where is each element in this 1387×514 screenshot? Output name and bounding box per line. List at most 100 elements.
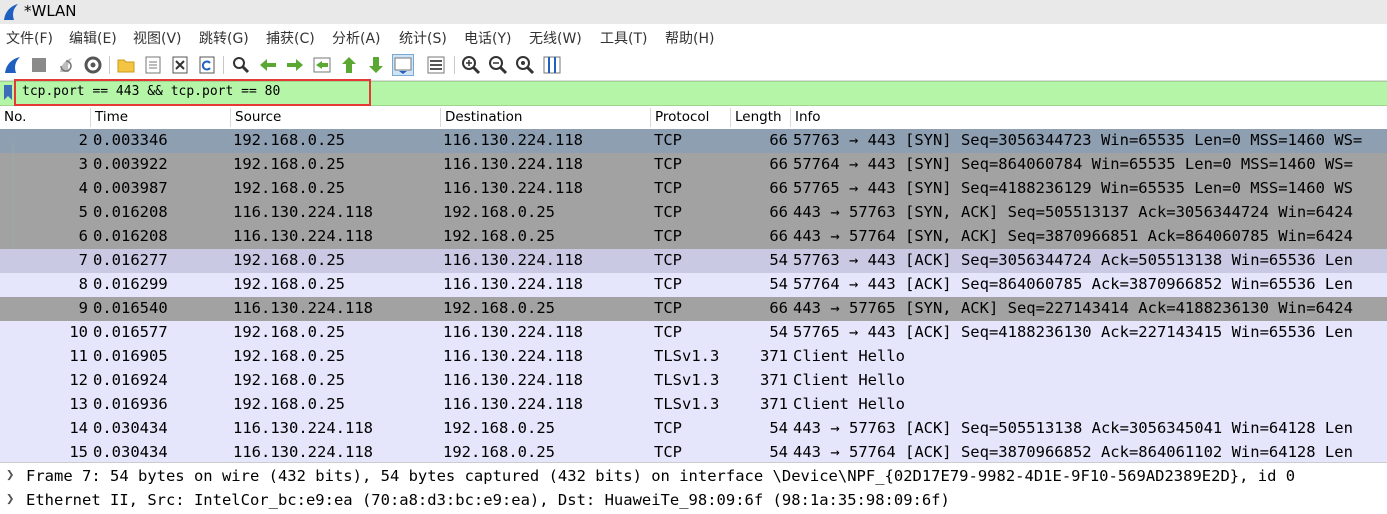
packet-no: 11 — [69, 347, 88, 365]
packet-protocol: TLSv1.3 — [654, 347, 720, 365]
column-destination[interactable]: Destination — [441, 109, 522, 126]
go-last-icon[interactable] — [365, 54, 387, 76]
menu-statistics[interactable]: 统计(S) — [399, 28, 447, 48]
packet-row[interactable]: 15 0.030434 116.130.224.118 192.168.0.25 TCP… — [0, 441, 1387, 462]
packet-info: 443 → 57764 [ACK] Seq=3870966852 Ack=864… — [793, 443, 1353, 461]
packet-row[interactable]: 2 0.003346 192.168.0.25 116.130.224.118 TCP 6… — [0, 129, 1387, 153]
packet-row[interactable]: 9 0.016540 116.130.224.118 192.168.0.25 TCP 6… — [0, 297, 1387, 321]
packet-no: 6 — [78, 227, 88, 245]
packet-info: Client Hello — [793, 395, 905, 413]
column-info[interactable]: Info — [791, 109, 821, 126]
column-time[interactable]: Time — [91, 109, 128, 126]
packet-row[interactable]: 10 0.016577 192.168.0.25 116.130.224.118 TCP… — [0, 321, 1387, 345]
menu-analyze[interactable]: 分析(A) — [332, 28, 381, 48]
packet-destination: 192.168.0.25 — [443, 203, 555, 221]
packet-row[interactable]: 13 0.016936 192.168.0.25 116.130.224.118 TLS… — [0, 393, 1387, 417]
expand-chevron-icon[interactable]: ❯ — [6, 467, 14, 483]
packet-info: 57764 → 443 [ACK] Seq=864060785 Ack=3870… — [793, 275, 1353, 293]
packet-protocol: TCP — [654, 251, 682, 269]
resize-columns-icon[interactable] — [541, 54, 563, 76]
menu-go[interactable]: 跳转(G) — [199, 28, 249, 48]
column-no[interactable]: No. — [0, 109, 26, 126]
packet-length: 66 — [769, 227, 788, 245]
packet-no: 14 — [69, 419, 88, 437]
packet-source: 116.130.224.118 — [233, 299, 373, 317]
menu-telephony[interactable]: 电话(Y) — [464, 28, 511, 48]
menu-file[interactable]: 文件(F) — [6, 28, 53, 48]
packet-row[interactable]: 14 0.030434 116.130.224.118 192.168.0.25 TCP… — [0, 417, 1387, 441]
save-file-icon[interactable] — [142, 54, 164, 76]
packet-protocol: TCP — [654, 179, 682, 197]
packet-no: 7 — [78, 251, 88, 269]
packet-row[interactable]: 3 0.003922 192.168.0.25 116.130.224.118 TCP 6… — [0, 153, 1387, 177]
packet-no: 3 — [78, 155, 88, 173]
auto-scroll-icon[interactable] — [392, 54, 414, 76]
packet-length: 66 — [769, 179, 788, 197]
packet-time: 0.030434 — [93, 443, 168, 461]
packet-info: 443 → 57763 [ACK] Seq=505513138 Ack=3056… — [793, 419, 1353, 437]
packet-list: 2 0.003346 192.168.0.25 116.130.224.118 TCP 6… — [0, 129, 1387, 462]
bookmark-icon[interactable] — [3, 84, 13, 101]
expand-chevron-icon[interactable]: ❯ — [6, 491, 14, 507]
packet-row[interactable]: 7 0.016277 192.168.0.25 116.130.224.118 TCP 5… — [0, 249, 1387, 273]
packet-details-pane: ❯ Frame 7: 54 bytes on wire (432 bits), … — [0, 462, 1387, 514]
packet-source: 192.168.0.25 — [233, 179, 345, 197]
colorize-icon[interactable] — [425, 54, 447, 76]
packet-info: 443 → 57764 [SYN, ACK] Seq=3870966851 Ac… — [793, 227, 1353, 245]
packet-destination: 192.168.0.25 — [443, 443, 555, 461]
start-capture-icon[interactable] — [2, 54, 24, 76]
close-file-icon[interactable] — [169, 54, 191, 76]
detail-row-frame[interactable]: ❯ Frame 7: 54 bytes on wire (432 bits), … — [0, 465, 1387, 489]
menu-bar: 文件(F) 编辑(E) 视图(V) 跳转(G) 捕获(C) 分析(A) 统计(S… — [0, 24, 1387, 50]
zoom-in-icon[interactable] — [460, 54, 482, 76]
packet-source: 116.130.224.118 — [233, 443, 373, 461]
column-source[interactable]: Source — [231, 109, 281, 126]
packet-source: 192.168.0.25 — [233, 347, 345, 365]
packet-time: 0.003346 — [93, 131, 168, 149]
packet-row[interactable]: 8 0.016299 192.168.0.25 116.130.224.118 TCP 5… — [0, 273, 1387, 297]
packet-row[interactable]: 5 0.016208 116.130.224.118 192.168.0.25 TCP 6… — [0, 201, 1387, 225]
packet-row[interactable]: 6 0.016208 116.130.224.118 192.168.0.25 TCP 6… — [0, 225, 1387, 249]
packet-no: 4 — [78, 179, 88, 197]
find-packet-icon[interactable] — [230, 54, 252, 76]
packet-source: 192.168.0.25 — [233, 323, 345, 341]
packet-time: 0.016208 — [93, 227, 168, 245]
packet-row[interactable]: 11 0.016905 192.168.0.25 116.130.224.118 TLS… — [0, 345, 1387, 369]
packet-length: 66 — [769, 131, 788, 149]
detail-row-ethernet[interactable]: ❯ Ethernet II, Src: IntelCor_bc:e9:ea (7… — [0, 489, 1387, 513]
menu-view[interactable]: 视图(V) — [133, 28, 182, 48]
packet-info: 57765 → 443 [ACK] Seq=4188236130 Ack=227… — [793, 323, 1353, 341]
menu-tools[interactable]: 工具(T) — [600, 28, 647, 48]
capture-options-icon[interactable] — [82, 54, 104, 76]
packet-length: 54 — [769, 251, 788, 269]
detail-text: Ethernet II, Src: IntelCor_bc:e9:ea (70:… — [26, 491, 950, 509]
stop-capture-icon[interactable] — [28, 54, 50, 76]
window-title: *WLAN — [24, 2, 77, 20]
go-forward-icon[interactable] — [284, 54, 306, 76]
menu-capture[interactable]: 捕获(C) — [266, 28, 315, 48]
column-length[interactable]: Length — [731, 109, 782, 126]
menu-edit[interactable]: 编辑(E) — [69, 28, 117, 48]
open-file-icon[interactable] — [115, 54, 137, 76]
go-to-packet-icon[interactable] — [311, 54, 333, 76]
packet-no: 8 — [78, 275, 88, 293]
menu-help[interactable]: 帮助(H) — [665, 28, 714, 48]
go-back-icon[interactable] — [257, 54, 279, 76]
go-first-icon[interactable] — [338, 54, 360, 76]
packet-destination: 116.130.224.118 — [443, 155, 583, 173]
zoom-normal-icon[interactable] — [514, 54, 536, 76]
zoom-out-icon[interactable] — [487, 54, 509, 76]
packet-protocol: TCP — [654, 443, 682, 461]
column-protocol[interactable]: Protocol — [651, 109, 709, 126]
packet-time: 0.003922 — [93, 155, 168, 173]
conversation-tree-indicator — [8, 129, 20, 462]
reload-file-icon[interactable] — [196, 54, 218, 76]
menu-wireless[interactable]: 无线(W) — [529, 28, 582, 48]
packet-length: 371 — [760, 395, 788, 413]
packet-no: 12 — [69, 371, 88, 389]
packet-row[interactable]: 4 0.003987 192.168.0.25 116.130.224.118 TCP 6… — [0, 177, 1387, 201]
packet-row[interactable]: 12 0.016924 192.168.0.25 116.130.224.118 TLS… — [0, 369, 1387, 393]
packet-no: 10 — [69, 323, 88, 341]
restart-capture-icon[interactable] — [55, 54, 77, 76]
packet-source: 192.168.0.25 — [233, 395, 345, 413]
